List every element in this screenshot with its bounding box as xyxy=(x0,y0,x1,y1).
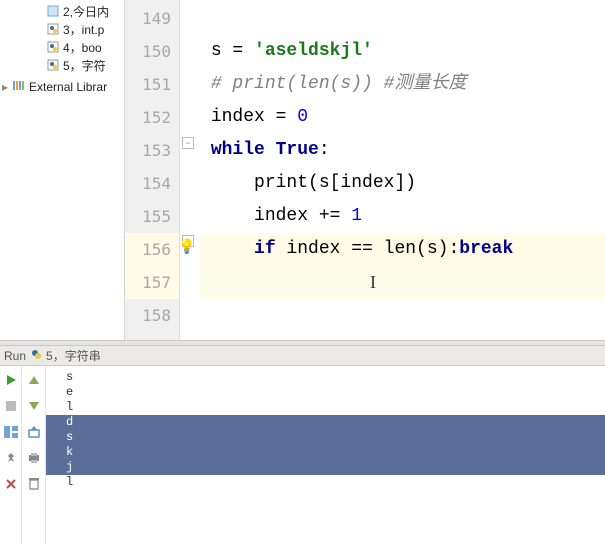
print-button[interactable] xyxy=(26,450,42,466)
console-line: l xyxy=(66,475,605,490)
text-cursor-icon: I xyxy=(370,266,376,299)
up-button[interactable] xyxy=(26,372,42,388)
code-line: I xyxy=(200,266,605,299)
python-file-icon xyxy=(46,23,59,36)
line-number: 152 xyxy=(125,101,179,134)
tree-item-file-2[interactable]: 2,今日内 xyxy=(0,2,124,20)
code-line xyxy=(200,299,605,332)
trash-button[interactable] xyxy=(26,476,42,492)
console-line: k xyxy=(66,445,605,460)
line-number: 151 xyxy=(125,68,179,101)
library-icon xyxy=(12,79,25,95)
code-line: print(s[index]) xyxy=(200,167,605,200)
code-editor[interactable]: 149 150 151 152 153 154 155 156 157 158 … xyxy=(125,0,605,340)
export-button[interactable] xyxy=(26,424,42,440)
python-file-icon xyxy=(46,59,59,72)
line-number: 154 xyxy=(125,167,179,200)
tree-item-file-4[interactable]: 4，boo xyxy=(0,38,124,56)
line-number: 150 xyxy=(125,35,179,68)
project-tree: 2,今日内 3，int.p 4，boo 5，字符 ▸ External Libr… xyxy=(0,0,125,340)
lightbulb-icon[interactable]: 💡 xyxy=(178,238,194,254)
tree-item-file-3[interactable]: 3，int.p xyxy=(0,20,124,38)
python-file-icon xyxy=(30,348,42,363)
run-file-label: 5，字符串 xyxy=(46,347,101,364)
ext-lib-label: External Librar xyxy=(29,80,107,94)
code-line: # print(len(s)) #测量长度 xyxy=(200,68,605,101)
code-area[interactable]: s = 'aseldskjl' # print(len(s)) #测量长度 in… xyxy=(200,0,605,340)
console-line: e xyxy=(66,385,605,400)
layout-button[interactable] xyxy=(3,424,19,440)
run-tool-column-2 xyxy=(22,366,46,544)
tree-label: 5，字符 xyxy=(63,57,106,74)
line-number: 156 xyxy=(125,233,179,266)
console-line: j xyxy=(66,460,605,475)
line-number: 149 xyxy=(125,2,179,35)
line-number: 155 xyxy=(125,200,179,233)
code-line: index = 0 xyxy=(200,101,605,134)
run-label: Run xyxy=(4,349,26,363)
tree-label: 4，boo xyxy=(63,39,102,56)
python-file-icon xyxy=(46,41,59,54)
file-icon xyxy=(46,5,59,18)
fold-marker-icon[interactable]: − xyxy=(182,137,194,149)
console-line: s xyxy=(66,370,605,385)
code-line: index += 1 xyxy=(200,200,605,233)
console-selection: d s k j xyxy=(46,415,605,475)
code-line xyxy=(200,2,605,35)
close-button[interactable] xyxy=(3,476,19,492)
chevron-right-icon: ▸ xyxy=(2,80,8,94)
line-number: 158 xyxy=(125,299,179,332)
console-line: l xyxy=(66,400,605,415)
console-line: d xyxy=(66,415,605,430)
line-number: 157 xyxy=(125,266,179,299)
tree-label: 3，int.p xyxy=(63,21,104,38)
console-line: s xyxy=(66,430,605,445)
line-number-gutter: 149 150 151 152 153 154 155 156 157 158 xyxy=(125,0,180,340)
pin-button[interactable] xyxy=(3,450,19,466)
external-libraries[interactable]: ▸ External Librar xyxy=(0,78,124,96)
run-tool-column-1 xyxy=(0,366,22,544)
code-line: while True: xyxy=(200,134,605,167)
tree-item-file-5[interactable]: 5，字符 xyxy=(0,56,124,74)
down-button[interactable] xyxy=(26,398,42,414)
console-output[interactable]: s e l d s k j l xyxy=(46,366,605,544)
stop-disabled-button[interactable] xyxy=(3,398,19,414)
tree-label: 2,今日内 xyxy=(63,3,109,20)
code-line: if index == len(s):break xyxy=(200,233,605,266)
run-toolwindow-header[interactable]: Run 5，字符串 xyxy=(0,346,605,366)
rerun-button[interactable] xyxy=(3,372,19,388)
code-line: s = 'aseldskjl' xyxy=(200,35,605,68)
line-number: 153 xyxy=(125,134,179,167)
fold-column: − − 💡 xyxy=(180,0,200,340)
